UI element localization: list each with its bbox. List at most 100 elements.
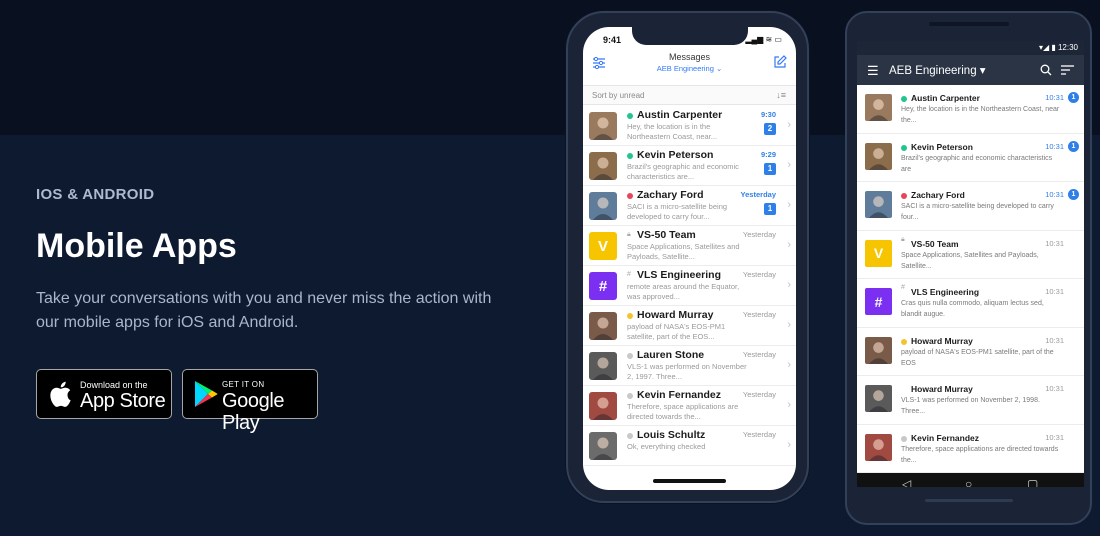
avatar (589, 312, 617, 340)
section-eyebrow: IOS & ANDROID (36, 186, 155, 203)
hamburger-menu-icon[interactable]: ☰ (867, 63, 879, 79)
message-preview: VLS-1 was performed on November 2, 1997.… (627, 362, 747, 381)
iphone-conversation-list: Austin Carpenter Hey, the location is in … (583, 106, 796, 466)
message-time: Yesterday (742, 270, 776, 279)
message-preview: Hey, the location is in the Northeastern… (901, 106, 1060, 124)
home-nav-icon[interactable]: ○ (965, 477, 972, 487)
chevron-right-icon: › (787, 119, 791, 131)
message-preview: VLS-1 was performed on November 2, 1998.… (901, 397, 1040, 415)
message-time: 10:31 (1045, 238, 1064, 248)
sort-icon-android[interactable] (1061, 65, 1074, 75)
message-preview: payload of NASA's EOS-PM1 satellite, par… (627, 322, 726, 341)
message-time: 9:30 (760, 110, 776, 119)
android-status-bar: ▾◢ ▮ 12:30 (857, 41, 1084, 55)
avatar (865, 191, 892, 218)
message-time: 9:29 (760, 150, 776, 159)
conversation-row[interactable]: Howard Murray payload of NASA's EOS-PM1 s… (583, 306, 796, 346)
back-nav-icon[interactable]: ◁ (902, 477, 911, 487)
message-time: 10:31 (1045, 287, 1064, 296)
message-time: 10:31 (1045, 335, 1064, 345)
conversation-row[interactable]: Kevin Fernandez Therefore, space applicat… (583, 386, 796, 426)
message-preview: Space Applications, Satellites and Paylo… (901, 251, 1039, 270)
conversation-row[interactable]: V 🔒︎ VS-50 Team Space Applications, Satelli… (857, 231, 1084, 279)
hash-icon: # (901, 284, 905, 291)
avatar (589, 112, 617, 140)
workspace-selector-android[interactable]: AEB Engineering ▾ (889, 63, 986, 77)
conversation-row[interactable]: Louis Schultz Ok, everything checked Yeste… (583, 426, 796, 466)
lock-icon: 🔒︎ (901, 235, 905, 243)
message-time: 10:31 (1045, 141, 1064, 151)
workspace-selector[interactable]: AEB Engineering ⌄ (583, 64, 796, 73)
conversation-row[interactable]: Zachary Ford SACI is a micro-satellite be… (583, 186, 796, 226)
conversation-row[interactable]: Austin Carpenter Hey, the location is in … (583, 106, 796, 146)
conversation-name: Kevin Fernandez (637, 389, 722, 401)
message-preview: SACI is a micro-satellite being develope… (627, 202, 728, 221)
app-store-button[interactable]: Download on the App Store (36, 369, 172, 419)
conversation-row[interactable]: # # VLS Engineering Cras quis nulla commodo… (857, 279, 1084, 328)
conversation-row[interactable]: Kevin Fernandez Therefore, space applicat… (857, 425, 1084, 473)
message-time: 10:31 (1045, 384, 1064, 393)
presence-dot (627, 313, 633, 319)
sort-label: Sort by unread (592, 91, 645, 100)
sort-icon[interactable]: ↓≡ (776, 90, 786, 100)
conversation-row[interactable]: V 🔒︎ VS-50 Team Space Applications, Satelli… (583, 226, 796, 266)
home-indicator (653, 479, 726, 483)
unread-badge: 1 (764, 163, 776, 175)
iphone-status-time: 9:41 (603, 35, 622, 45)
message-time: 10:31 (1045, 432, 1064, 442)
conversation-row[interactable]: Zachary Ford SACI is a micro-satellite be… (857, 182, 1084, 231)
conversation-row[interactable]: Howard Murray payload of NASA's EOS-PM1 s… (857, 328, 1084, 376)
android-screen: ▾◢ ▮ 12:30 ☰ AEB Engineering ▾ Austin Ca… (857, 41, 1084, 487)
conversation-name: Zachary Ford (637, 189, 704, 201)
conversation-row[interactable]: Kevin Peterson Brazil's geographic and ec… (857, 134, 1084, 182)
message-preview: Ok, everything checked (627, 442, 706, 451)
message-preview: payload of NASA's EOS-PM1 satellite, par… (901, 348, 1054, 367)
avatar (589, 192, 617, 220)
conversation-row[interactable]: Howard Murray VLS-1 was performed on Nove… (857, 376, 1084, 425)
android-conversation-list: Austin Carpenter Hey, the location is in … (857, 85, 1084, 473)
presence-dot (901, 193, 907, 199)
presence-dot (627, 353, 633, 359)
conversation-name: Howard Murray (911, 335, 973, 346)
channel-avatar: V (589, 232, 617, 260)
conversation-name: VS-50 Team (911, 238, 959, 249)
google-play-small-text: GET IT ON (222, 380, 265, 389)
message-preview: Hey, the location is in the Northeastern… (627, 122, 718, 141)
conversation-name: Austin Carpenter (911, 93, 980, 103)
unread-badge: 2 (764, 123, 776, 135)
conversation-name: Howard Murray (911, 384, 973, 394)
message-time: Yesterday (742, 430, 776, 439)
conversation-row[interactable]: Kevin Peterson Brazil's geographic and ec… (583, 146, 796, 186)
chevron-right-icon: › (787, 239, 791, 251)
app-store-big-text: App Store (80, 390, 166, 412)
message-time: Yesterday (742, 230, 776, 239)
presence-dot (627, 153, 633, 159)
avatar (865, 385, 892, 412)
avatar (589, 152, 617, 180)
avatar (589, 392, 617, 420)
recent-apps-icon[interactable]: ▢ (1027, 477, 1038, 487)
conversation-row[interactable]: # # VLS Engineering remote areas around the… (583, 266, 796, 306)
google-play-button[interactable]: GET IT ON Google Play (182, 369, 318, 434)
conversation-name: VLS Engineering (637, 269, 722, 281)
message-preview: Brazil's geographic and economic charact… (901, 154, 1053, 173)
conversation-row[interactable]: Austin Carpenter Hey, the location is in … (857, 85, 1084, 134)
conversation-row[interactable]: Lauren Stone VLS-1 was performed on Novem… (583, 346, 796, 386)
presence-dot (901, 96, 907, 102)
sort-bar[interactable]: Sort by unread ↓≡ (583, 85, 796, 105)
channel-avatar: V (865, 239, 892, 267)
message-time: 10:31 (1045, 190, 1064, 199)
message-preview: remote areas around the Equator, was app… (627, 282, 740, 301)
search-icon[interactable] (1040, 64, 1052, 76)
google-play-icon (195, 381, 218, 407)
conversation-name: Kevin Peterson (911, 141, 973, 152)
compose-icon[interactable] (773, 55, 787, 69)
message-preview: Cras quis nulla commodo, aliquam lectus … (901, 300, 1044, 318)
presence-dot (901, 435, 907, 442)
android-app-bar: ☰ AEB Engineering ▾ (857, 55, 1084, 85)
avatar (589, 432, 617, 460)
avatar (865, 433, 892, 461)
presence-dot (627, 433, 633, 439)
conversation-name: Howard Murray (637, 309, 714, 321)
conversation-name: Austin Carpenter (637, 109, 723, 121)
